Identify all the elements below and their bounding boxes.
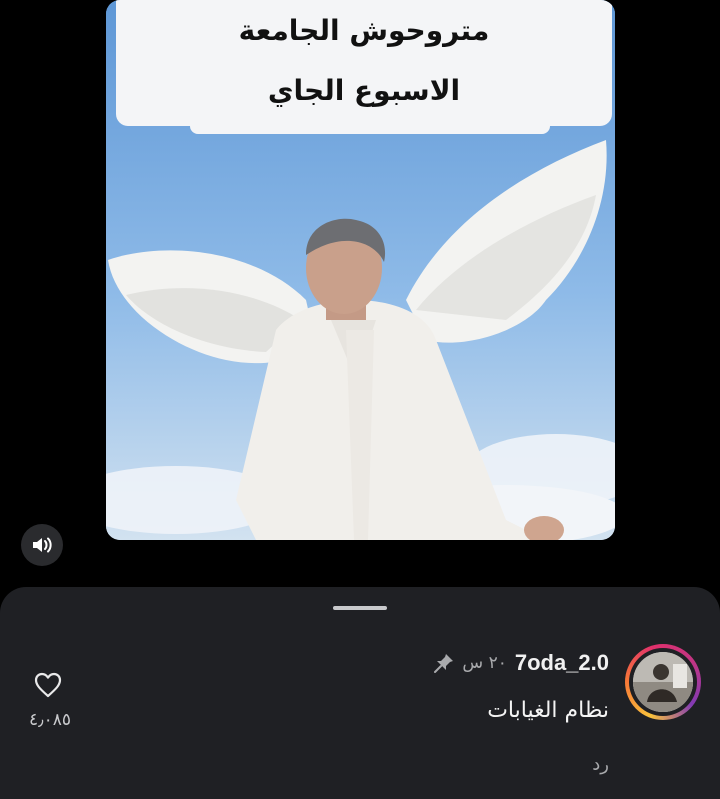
comment-timestamp: ٢٠ س bbox=[462, 653, 507, 673]
comment-body: نظام الغيابات bbox=[487, 698, 609, 723]
sheet-drag-handle[interactable] bbox=[333, 606, 387, 610]
heart-icon[interactable] bbox=[34, 672, 62, 698]
like-count: ٤٫٠٨٥ bbox=[28, 710, 72, 730]
comment-header: ٢٠ س 7oda_2.0 bbox=[434, 650, 609, 676]
reels-comment-screen: متروحوش الجامعة الاسبوع الجاي ٢٠ س 7oda_… bbox=[0, 0, 720, 799]
avatar[interactable] bbox=[625, 644, 701, 720]
comment-username[interactable]: 7oda_2.0 bbox=[515, 650, 609, 676]
avatar-photo bbox=[633, 652, 693, 712]
caption-overlay-tab bbox=[190, 120, 550, 134]
caption-line-1: متروحوش الجامعة bbox=[238, 14, 490, 47]
pin-icon bbox=[434, 654, 454, 673]
caption-overlay: متروحوش الجامعة الاسبوع الجاي bbox=[116, 0, 612, 126]
avatar-ring-gap bbox=[629, 648, 697, 716]
comments-sheet: ٢٠ س 7oda_2.0 نظام الغيابات رد ٤٫٠٨٥ bbox=[0, 587, 720, 799]
sound-toggle-button[interactable] bbox=[21, 524, 63, 566]
reply-button[interactable]: رد bbox=[592, 754, 609, 775]
caption-line-2: الاسبوع الجاي bbox=[267, 74, 461, 107]
video-player[interactable]: متروحوش الجامعة الاسبوع الجاي bbox=[106, 0, 615, 540]
speaker-icon bbox=[33, 537, 52, 553]
